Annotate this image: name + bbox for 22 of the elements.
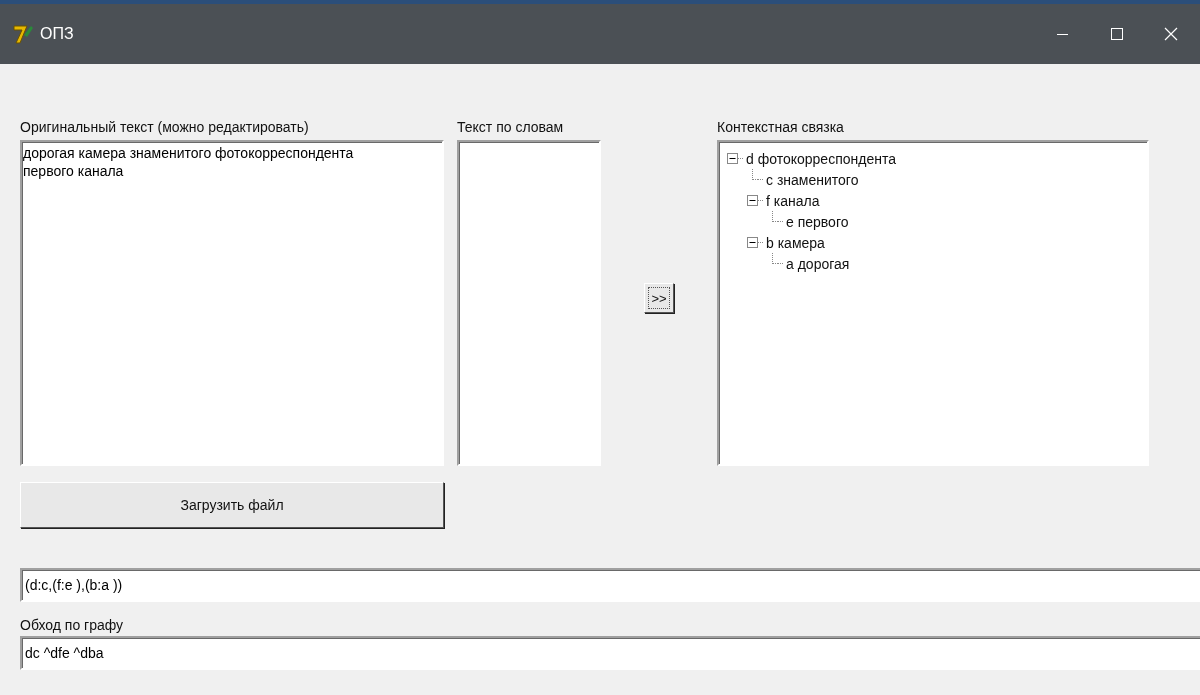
field-label: Обход по графу xyxy=(20,616,125,634)
tree-item[interactable]: c знаменитого xyxy=(766,171,859,188)
collapse-toggle-icon[interactable] xyxy=(727,153,738,164)
tree-item[interactable]: b камера xyxy=(766,234,825,251)
load-file-button[interactable]: Загрузить файл xyxy=(20,482,444,528)
structure-field[interactable]: (d:c,(f:e ),(b:a )) xyxy=(20,568,1200,602)
traversal-field[interactable]: dc ^dfe ^dba xyxy=(20,636,1200,670)
convert-button[interactable]: >> xyxy=(644,283,674,313)
tree-item[interactable]: f канала xyxy=(766,192,820,209)
field-label: Оригинальный текст (можно редактировать) xyxy=(20,118,310,136)
app-icon xyxy=(12,23,34,45)
original-text-area[interactable]: дорогая камера знаменитого фотокорреспондента первого канала xyxy=(20,140,444,466)
tree-item[interactable]: a дорогая xyxy=(786,255,850,272)
field-label: Текст по словам xyxy=(457,118,565,136)
tree-view[interactable]: d фотокорреспондента c знаменитого f канала e первого b камера a дорогая xyxy=(717,140,1149,466)
window-title: ОПЗ xyxy=(40,25,74,43)
collapse-toggle-icon[interactable] xyxy=(747,195,758,206)
tree-item[interactable]: d фотокорреспондента xyxy=(746,150,896,167)
collapse-toggle-icon[interactable] xyxy=(747,237,758,248)
tree-item[interactable]: e первого xyxy=(786,213,849,230)
word-list[interactable] xyxy=(457,140,601,466)
field-label: Контекстная связка xyxy=(717,118,845,136)
